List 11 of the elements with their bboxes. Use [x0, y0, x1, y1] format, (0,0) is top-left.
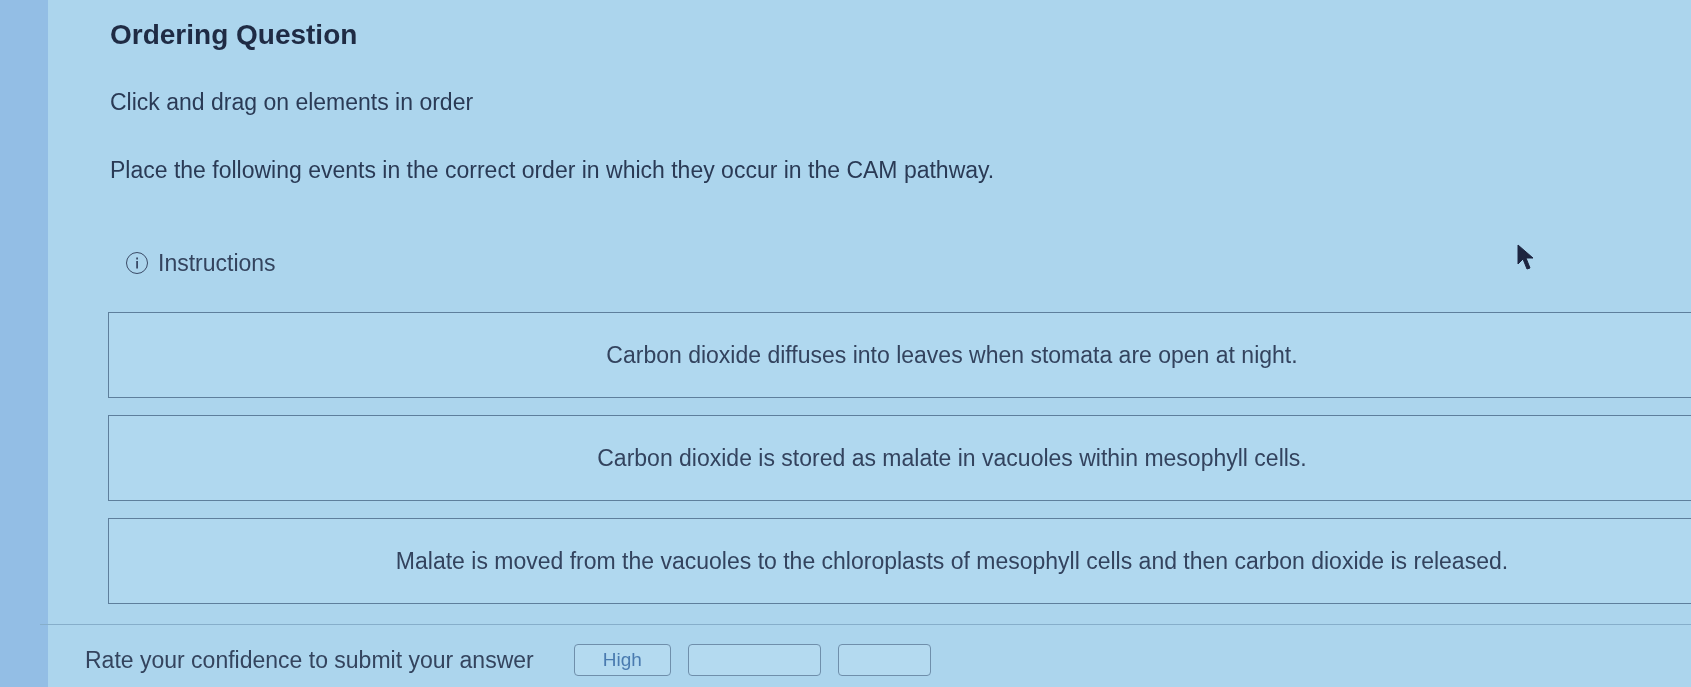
- confidence-button[interactable]: [687, 644, 821, 676]
- ordering-item[interactable]: Carbon dioxide is stored as malate in vacuoles within mesophyll cells.: [108, 415, 1691, 501]
- confidence-button[interactable]: [837, 644, 931, 676]
- pointer-icon: [1517, 244, 1534, 270]
- question-text: Place the following events in the correct order in which they occur in the CAM pathway.: [110, 156, 995, 185]
- page-title: Ordering Question: [110, 18, 358, 52]
- confidence-prompt: Rate your confidence to submit your answer: [85, 646, 534, 675]
- instruction-text: Click and drag on elements in order: [110, 88, 474, 117]
- instructions-toggle[interactable]: Instructions: [158, 248, 276, 278]
- ordering-item[interactable]: Malate is moved from the vacuoles to the chloroplasts of mesophyll cells and then carbon dioxide is released.: [108, 518, 1691, 604]
- ordering-item[interactable]: Carbon dioxide diffuses into leaves when stomata are open at night.: [108, 312, 1691, 398]
